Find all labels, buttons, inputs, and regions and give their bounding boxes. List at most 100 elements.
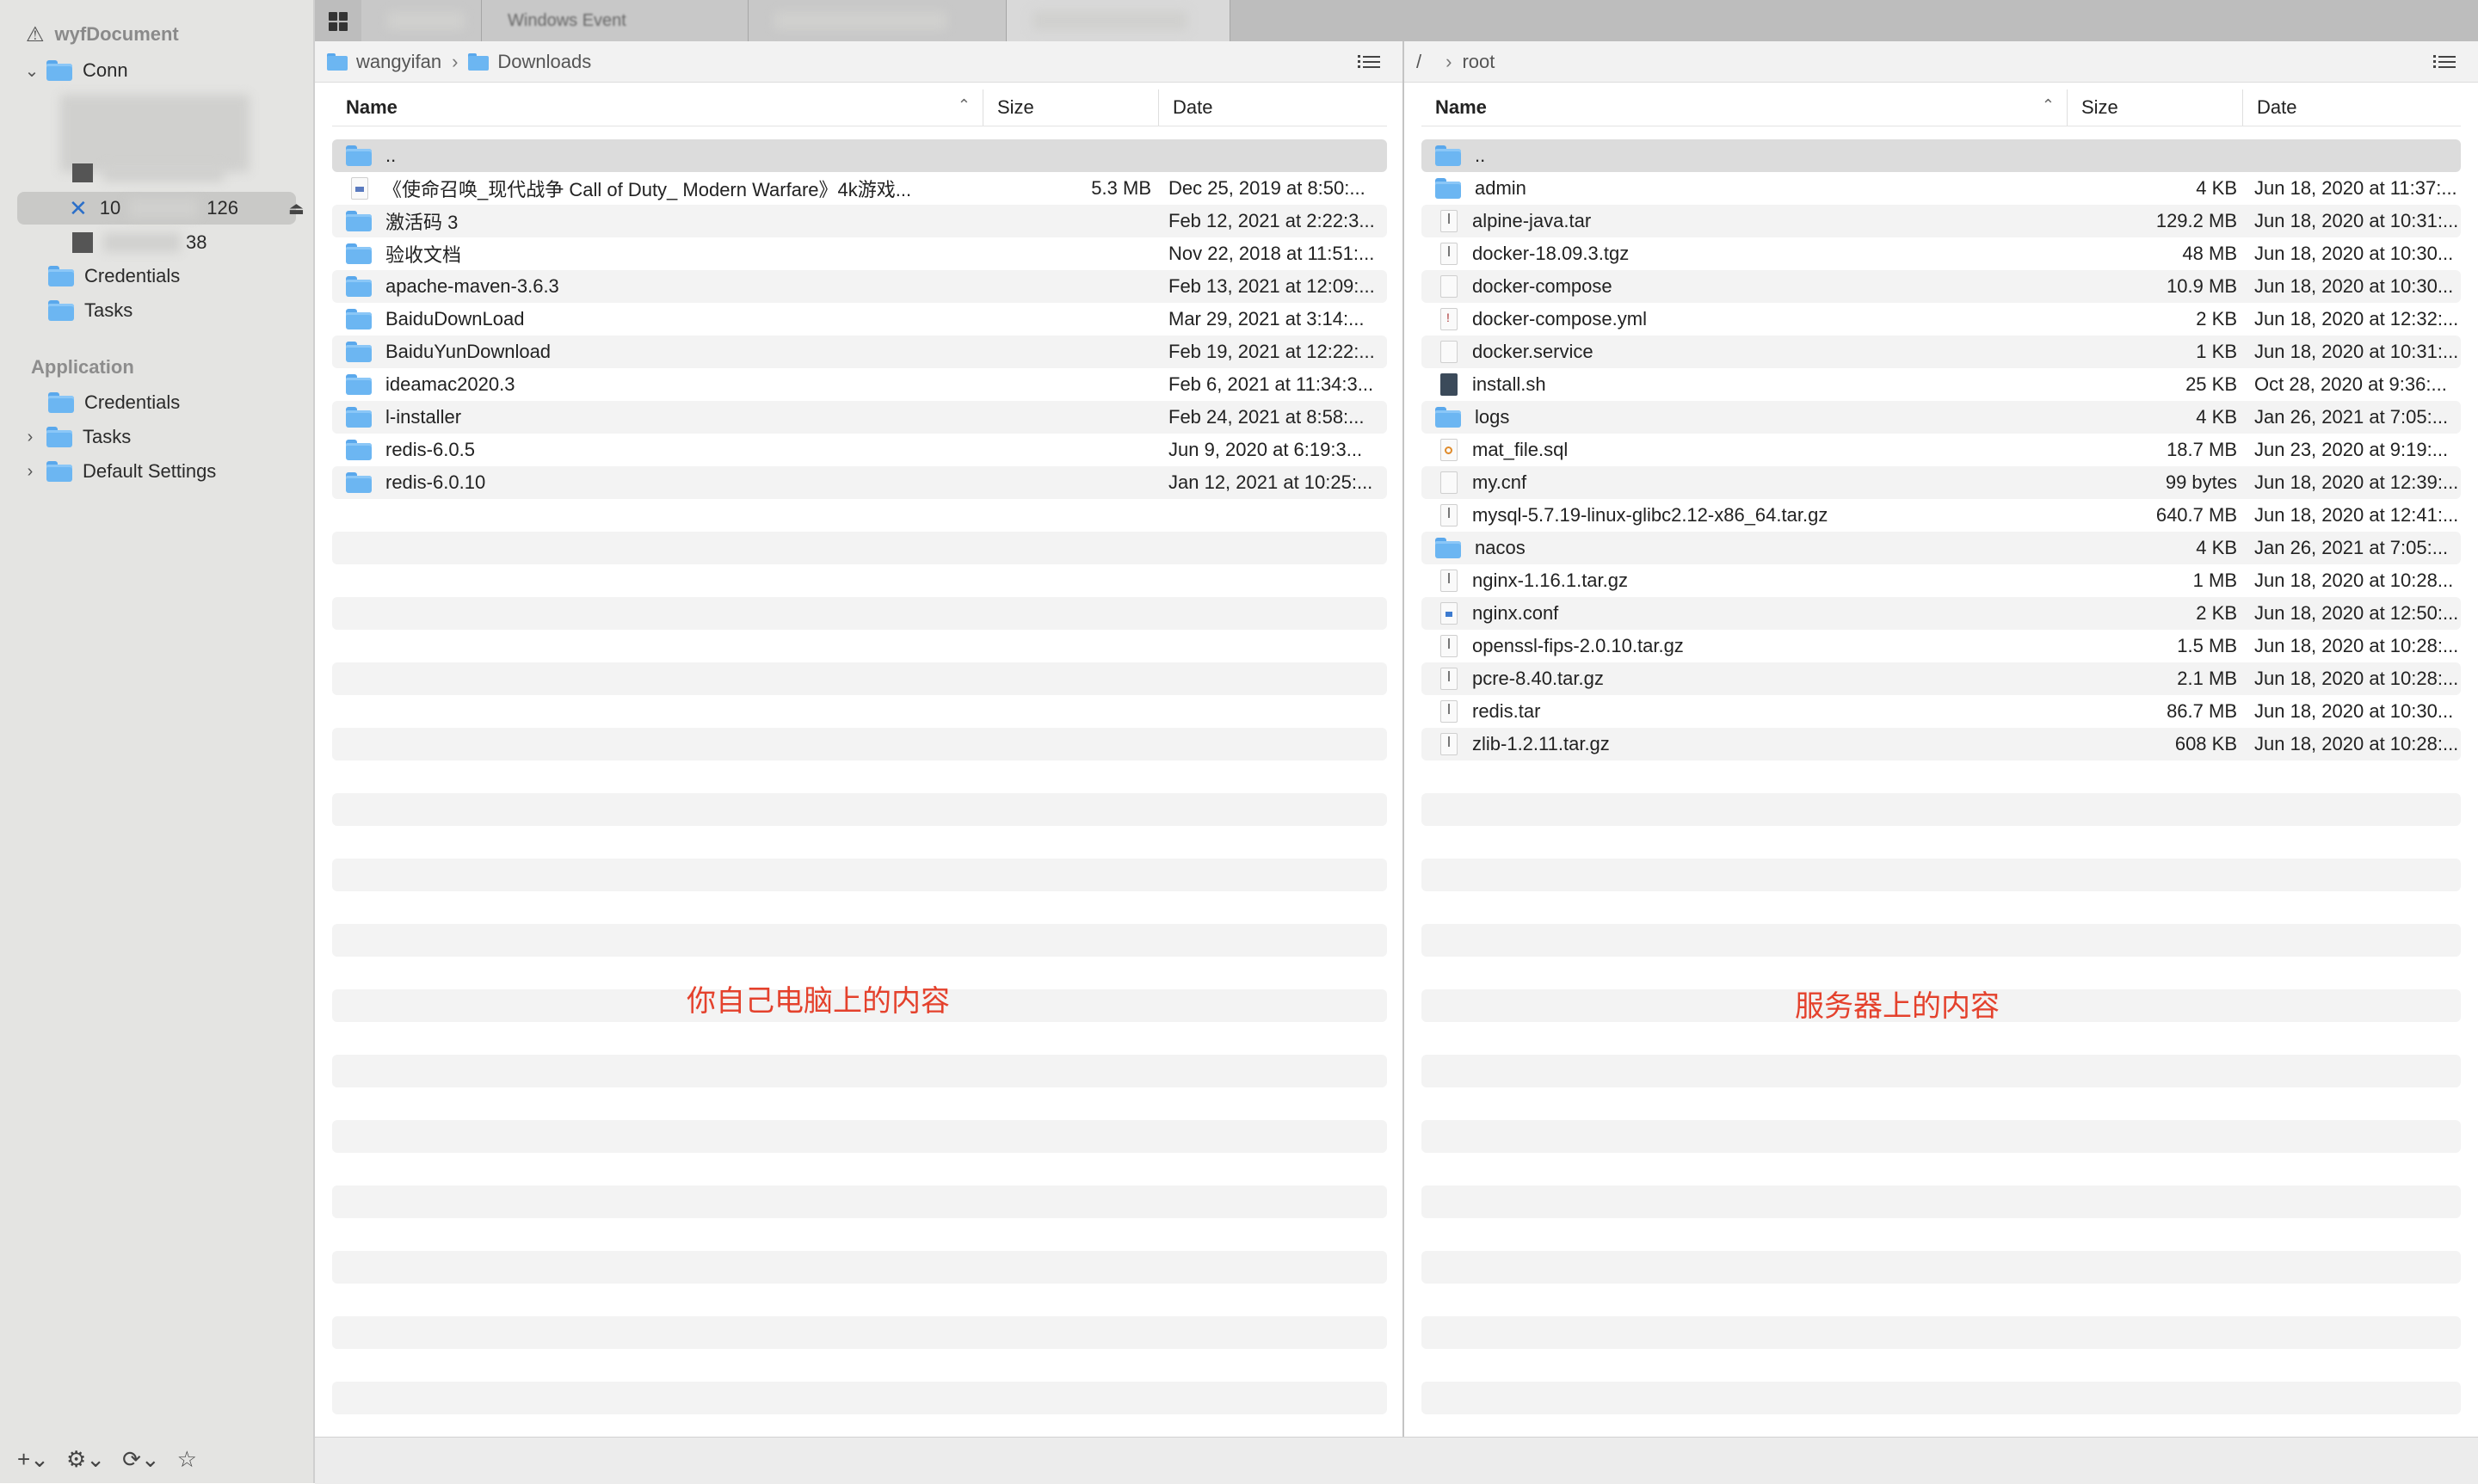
- table-row[interactable]: zlib-1.2.11.tar.gz 608 KB Jun 18, 2020 at …: [1421, 728, 2461, 760]
- empty-row: [1421, 793, 2461, 826]
- table-row[interactable]: ..: [332, 139, 1387, 172]
- table-row[interactable]: 《使命召唤_现代战争 Call of Duty_ Modern Warfare》…: [332, 172, 1387, 205]
- table-row[interactable]: pcre-8.40.tar.gz 2.1 MB Jun 18, 2020 at 10…: [1421, 662, 2461, 695]
- table-row[interactable]: BaiduDownLoad Mar 29, 2021 at 3:14:...: [332, 303, 1387, 336]
- empty-row: [332, 564, 1387, 597]
- table-row[interactable]: mat_file.sql 18.7 MB Jun 23, 2020 at 9:19:…: [1421, 434, 2461, 466]
- terminal-icon: [72, 163, 93, 182]
- empty-row: [1421, 826, 2461, 859]
- sidebar-item-credentials[interactable]: Credentials: [48, 261, 180, 292]
- breadcrumb-item[interactable]: wangyifan: [356, 51, 441, 73]
- table-row[interactable]: redis.tar 86.7 MB Jun 18, 2020 at 10:30...: [1421, 695, 2461, 728]
- sidebar-connection-redacted[interactable]: [72, 157, 224, 188]
- sidebar-item-app-tasks[interactable]: › Tasks: [0, 422, 131, 453]
- column-size[interactable]: Size: [983, 89, 1158, 126]
- file-name-cell: zlib-1.2.11.tar.gz: [1421, 733, 2118, 755]
- annotation-local: 你自己电脑上的内容: [687, 984, 950, 1019]
- column-size[interactable]: Size: [2067, 89, 2242, 126]
- file-date: Oct 28, 2020 at 9:36:...: [2254, 373, 2447, 395]
- table-row[interactable]: docker-compose.yml 2 KB Jun 18, 2020 at 12…: [1421, 303, 2461, 336]
- chevron-down-icon[interactable]: ⌄: [22, 60, 41, 82]
- star-icon[interactable]: ☆: [177, 1446, 197, 1473]
- vault-header[interactable]: ⚠ wyfDocument: [26, 19, 179, 50]
- tab-3[interactable]: [749, 0, 1007, 41]
- file-date: Jun 23, 2020 at 9:19:...: [2254, 439, 2449, 460]
- file-date: Jun 18, 2020 at 10:28:...: [2254, 668, 2459, 689]
- list-view-icon[interactable]: [1358, 53, 1380, 71]
- file-name-cell: logs: [1421, 406, 2118, 428]
- tab-1[interactable]: [361, 0, 482, 41]
- list-view-icon[interactable]: [2433, 53, 2456, 71]
- table-row[interactable]: nginx.conf 2 KB Jun 18, 2020 at 12:50:...: [1421, 597, 2461, 630]
- column-name[interactable]: Name ⌃: [332, 89, 983, 126]
- file-name-cell: redis.tar: [1421, 700, 2118, 723]
- table-row[interactable]: nacos 4 KB Jan 26, 2021 at 7:05:...: [1421, 532, 2461, 564]
- empty-row: [332, 1284, 1387, 1316]
- table-row[interactable]: BaiduYunDownload Feb 19, 2021 at 12:22:..…: [332, 336, 1387, 368]
- table-row[interactable]: docker.service 1 KB Jun 18, 2020 at 10:31:…: [1421, 336, 2461, 368]
- folder-icon: [1435, 538, 1461, 558]
- file-name: docker-compose.yml: [1472, 308, 1647, 329]
- table-row[interactable]: 验收文档 Nov 22, 2018 at 11:51:...: [332, 237, 1387, 270]
- table-row[interactable]: 激活码 3 Feb 12, 2021 at 2:22:3...: [332, 205, 1387, 237]
- table-row[interactable]: redis-6.0.5 Jun 9, 2020 at 6:19:3...: [332, 434, 1387, 466]
- file-date: Jun 18, 2020 at 10:30...: [2254, 275, 2454, 297]
- table-row[interactable]: apache-maven-3.6.3 Feb 13, 2021 at 12:09:…: [332, 270, 1387, 303]
- empty-row: [332, 1087, 1387, 1120]
- file-name: mat_file.sql: [1472, 439, 1569, 460]
- folder-icon: [48, 266, 74, 286]
- sidebar-connection-selected[interactable]: ✕ 10 126 ⏏: [69, 193, 305, 224]
- table-row[interactable]: admin 4 KB Jun 18, 2020 at 11:37:...: [1421, 172, 2461, 205]
- sidebar-item-label: Tasks: [84, 299, 133, 321]
- column-date[interactable]: Date: [1158, 89, 1387, 126]
- file-name-cell: docker-compose: [1421, 275, 2118, 298]
- file-name: alpine-java.tar: [1472, 210, 1592, 231]
- breadcrumb-root[interactable]: /: [1416, 51, 1421, 73]
- tab-active-connection[interactable]: [1007, 0, 1230, 41]
- grid-icon[interactable]: [329, 12, 348, 31]
- file-name-cell: alpine-java.tar: [1421, 210, 2118, 232]
- table-row[interactable]: ..: [1421, 139, 2461, 172]
- sidebar-item-app-credentials[interactable]: Credentials: [48, 387, 180, 418]
- table-row[interactable]: logs 4 KB Jan 26, 2021 at 7:05:...: [1421, 401, 2461, 434]
- table-row[interactable]: alpine-java.tar 129.2 MB Jun 18, 2020 at 1…: [1421, 205, 2461, 237]
- chevron-right-icon[interactable]: ›: [21, 462, 40, 482]
- file-size: 1 KB: [2196, 341, 2237, 362]
- column-date[interactable]: Date: [2242, 89, 2461, 126]
- table-row[interactable]: my.cnf 99 bytes Jun 18, 2020 at 12:39:...: [1421, 466, 2461, 499]
- local-file-list: .. 《使命召唤_现代战争 Call of Duty_ Modern Warfar…: [332, 139, 1387, 1414]
- breadcrumb-item[interactable]: root: [1462, 51, 1495, 73]
- tab-windows-event[interactable]: Windows Event: [482, 0, 749, 41]
- table-row[interactable]: install.sh 25 KB Oct 28, 2020 at 9:36:...: [1421, 368, 2461, 401]
- empty-row: [1421, 1120, 2461, 1153]
- table-row[interactable]: openssl-fips-2.0.10.tar.gz 1.5 MB Jun 18, …: [1421, 630, 2461, 662]
- sidebar-item-tasks[interactable]: Tasks: [48, 295, 133, 326]
- sidebar-connection-other[interactable]: 38: [72, 227, 206, 258]
- remote-pane: / › root Name ⌃ Size Date .. admin 4 KB Jun…: [1404, 41, 2478, 1437]
- plus-icon[interactable]: +⌄: [17, 1446, 49, 1473]
- table-row[interactable]: docker-compose 10.9 MB Jun 18, 2020 at 10:…: [1421, 270, 2461, 303]
- sidebar-item-connections[interactable]: ⌄ Conn: [0, 55, 128, 86]
- sync-icon[interactable]: ⟳⌄: [122, 1446, 160, 1473]
- table-row[interactable]: mysql-5.7.19-linux-glibc2.12-x86_64.tar.…: [1421, 499, 2461, 532]
- eject-icon[interactable]: ⏏: [288, 198, 305, 219]
- table-row[interactable]: l-installer Feb 24, 2021 at 8:58:...: [332, 401, 1387, 434]
- table-row[interactable]: docker-18.09.3.tgz 48 MB Jun 18, 2020 at 1…: [1421, 237, 2461, 270]
- sidebar-item-default-settings[interactable]: › Default Settings: [0, 456, 216, 487]
- archive-file-icon: [1440, 733, 1458, 755]
- breadcrumb-item[interactable]: Downloads: [497, 51, 591, 73]
- table-row[interactable]: ideamac2020.3 Feb 6, 2021 at 11:34:3...: [332, 368, 1387, 401]
- gear-icon[interactable]: ⚙⌄: [66, 1446, 105, 1473]
- sort-ascending-icon: ⌃: [957, 96, 971, 114]
- column-name[interactable]: Name ⌃: [1421, 89, 2067, 126]
- file-name-cell: pcre-8.40.tar.gz: [1421, 668, 2118, 690]
- empty-row: [1421, 1284, 2461, 1316]
- chevron-right-icon[interactable]: ›: [21, 428, 40, 447]
- table-row[interactable]: nginx-1.16.1.tar.gz 1 MB Jun 18, 2020 at 1…: [1421, 564, 2461, 597]
- file-size: 1.5 MB: [2177, 635, 2237, 656]
- column-date-label: Date: [1173, 96, 1213, 118]
- file-name: openssl-fips-2.0.10.tar.gz: [1472, 635, 1684, 656]
- file-name-cell: install.sh: [1421, 373, 2118, 396]
- file-size: 608 KB: [2174, 733, 2237, 754]
- table-row[interactable]: redis-6.0.10 Jan 12, 2021 at 10:25:...: [332, 466, 1387, 499]
